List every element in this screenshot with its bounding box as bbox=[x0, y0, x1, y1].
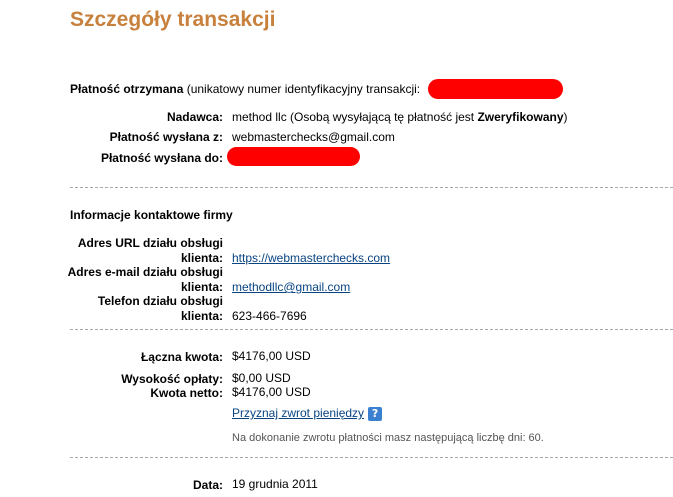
transaction-id-label: (unikatowy numer identyfikacyjny transak… bbox=[183, 82, 421, 96]
payment-received-line: Płatność otrzymana (unikatowy numer iden… bbox=[70, 82, 420, 96]
date-label: Data: bbox=[192, 478, 223, 492]
sender-note-prefix: (Osobą wysyłającą tę płatność jest bbox=[286, 110, 478, 124]
divider bbox=[70, 187, 673, 188]
help-icon[interactable]: ? bbox=[368, 406, 383, 421]
sender-label: Nadawca: bbox=[166, 110, 223, 124]
divider bbox=[70, 457, 673, 458]
fee-amount-value: $0,00 USD bbox=[232, 371, 291, 385]
sender-status: Zweryfikowany bbox=[477, 110, 564, 124]
support-phone-label-line1: Telefon działu obsługi bbox=[97, 294, 223, 308]
net-amount-label: Kwota netto: bbox=[150, 386, 223, 400]
sent-to-label: Płatność wysłana do: bbox=[100, 151, 223, 165]
support-email-label-line2: klienta: bbox=[180, 280, 223, 294]
page-title: Szczegóły transakcji bbox=[70, 8, 276, 31]
total-amount-value: $4176,00 USD bbox=[232, 349, 311, 363]
support-email-link[interactable]: methodllc@gmail.com bbox=[232, 280, 350, 294]
refund-note: Na dokonanie zwrotu płatności masz nastę… bbox=[232, 432, 544, 444]
support-url-link[interactable]: https://webmasterchecks.com bbox=[232, 251, 390, 265]
contact-heading: Informacje kontaktowe firmy bbox=[70, 208, 233, 222]
sender-name: method llc bbox=[232, 110, 287, 124]
redacted-recipient bbox=[227, 147, 360, 166]
sender-value: method llc (Osobą wysyłającą tę płatność… bbox=[232, 110, 568, 124]
support-phone-label-line2: klienta: bbox=[180, 309, 223, 323]
refund-row: Przyznaj zwrot pieniędzy? bbox=[232, 406, 383, 421]
redacted-transaction-id bbox=[428, 79, 563, 99]
total-amount-label: Łączna kwota: bbox=[140, 350, 223, 364]
date-value: 19 grudnia 2011 bbox=[232, 477, 318, 491]
support-phone-value: 623-466-7696 bbox=[232, 309, 307, 323]
sent-from-value: webmasterchecks@gmail.com bbox=[232, 130, 395, 144]
support-url-label-line1: Adres URL działu obsługi bbox=[77, 236, 223, 250]
fee-amount-label: Wysokość opłaty: bbox=[121, 372, 223, 386]
refund-link[interactable]: Przyznaj zwrot pieniędzy bbox=[232, 406, 364, 420]
divider bbox=[70, 329, 673, 330]
support-url-label-line2: klienta: bbox=[180, 251, 223, 265]
net-amount-value: $4176,00 USD bbox=[232, 385, 311, 399]
payment-received-label: Płatność otrzymana bbox=[70, 82, 184, 96]
support-email-label-line1: Adres e-mail działu obsługi bbox=[67, 265, 223, 279]
sender-note-suffix: ) bbox=[563, 110, 568, 124]
sent-from-label: Płatność wysłana z: bbox=[109, 130, 223, 144]
